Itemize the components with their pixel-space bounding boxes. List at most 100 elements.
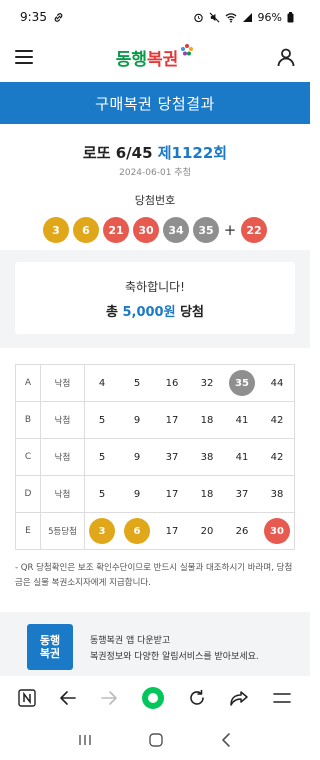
table-row: B 낙첨 5 9 17 18 41 42 [15,401,295,439]
ticket-line-label: C [15,438,41,476]
table-row: C 낙첨 5 9 37 38 41 42 [15,438,295,476]
n-logo-icon[interactable] [17,689,36,707]
app-promo-logo: 동행 복권 [27,624,73,670]
ticket-number: 26 [235,525,249,537]
winning-ball: 30 [133,217,159,243]
status-time: 9:35 [20,10,47,24]
app-header: 동행 복권 [0,34,310,80]
ticket-number: 37 [235,488,249,500]
ticket-number: 38 [270,488,284,500]
user-icon[interactable] [276,47,296,67]
ticket-number: 5 [98,414,106,426]
winning-ball: 6 [73,217,99,243]
ticket-number: 17 [165,525,179,537]
logo-text-accent: 복권 [147,49,179,70]
ticket-line-label: B [15,401,41,439]
draw-round: 제1122회 [157,144,228,162]
ticket-number: 42 [270,451,284,463]
page-title: 구매복권 당첨결과 [0,82,310,124]
ticket-number: 5 [133,377,141,389]
ticket-number: 42 [270,414,284,426]
ticket-number: 16 [165,377,179,389]
winning-ball: 35 [193,217,219,243]
ticket-number: 9 [133,451,141,463]
ticket-numbers: 4 5 16 32 35 44 [84,364,295,402]
ticket-result: 낙첨 [40,475,85,513]
recents-icon[interactable] [77,733,93,747]
ticket-line-label: D [15,475,41,513]
ticket-number: 17 [165,488,179,500]
table-row: E 5등당첨 3 6 17 20 26 30 [15,512,295,550]
ticket-result: 낙첨 [40,401,85,439]
browser-toolbar [0,676,310,720]
ticket-numbers: 5 9 17 18 37 38 [84,475,295,513]
game-name: 로또 6/45 [82,144,153,162]
total-prize-amount: 5,000원 [122,305,176,320]
total-prize-prefix: 총 [105,305,118,320]
system-nav-bar [0,720,310,760]
matched-number-ball: 3 [89,518,115,544]
promo-logo-line2: 복권 [39,647,61,660]
logo-spark-icon [180,42,194,62]
winning-ball: 21 [103,217,129,243]
table-row: D 낙첨 5 9 17 18 37 38 [15,475,295,513]
ticket-number: 5 [98,451,106,463]
share-icon[interactable] [229,689,249,707]
home-icon[interactable] [148,732,164,748]
promo-line1: 동행복권 앱 다운받고 [90,636,171,646]
promo-line2: 복권정보와 다양한 알림서비스를 받아보세요. [90,652,259,662]
promo-logo-line1: 동행 [39,634,61,647]
ticket-numbers: 5 9 37 38 41 42 [84,438,295,476]
congrats-message: 축하합니다! [124,280,185,294]
hamburger-menu-icon[interactable] [14,49,34,65]
ticket-number: 18 [200,414,214,426]
congrats-card: 축하합니다! 총 5,000원 당첨 [15,262,295,334]
ticket-number: 9 [133,488,141,500]
ticket-number: 9 [133,414,141,426]
ticket-number: 17 [165,414,179,426]
matched-number-ball: 35 [229,370,255,396]
winning-numbers: 3 6 21 30 34 35 +22 [0,217,310,243]
ticket-numbers: 3 6 17 20 26 30 [84,512,295,550]
bonus-ball: 22 [241,217,267,243]
logo-text-main: 동행 [115,49,147,70]
ticket-number: 18 [200,488,214,500]
app-logo[interactable]: 동행 복권 [115,42,195,70]
menu-lines-icon[interactable] [272,691,292,705]
draw-date: 2024-06-01 추첨 [119,168,191,178]
ticket-number: 20 [200,525,214,537]
ticket-result: 낙첨 [40,438,85,476]
qr-notice: - QR 당첨확인은 보조 확인수단이므로 반드시 실물과 대조하시기 바라며,… [15,563,293,588]
ticket-result: 낙첨 [40,364,85,402]
refresh-icon[interactable] [188,689,206,707]
mute-icon [209,12,220,23]
link-icon [53,12,64,23]
ticket-number: 5 [98,488,106,500]
ticket-number: 41 [235,451,249,463]
ticket-number: 37 [165,451,179,463]
ticket-numbers: 5 9 17 18 41 42 [84,401,295,439]
winning-numbers-label: 당첨번호 [134,194,176,207]
bonus-plus: + [223,221,237,239]
battery-percent: 96% [257,10,282,24]
status-bar: 9:35 96% [0,0,310,34]
winning-ball: 3 [43,217,69,243]
matched-number-ball: 30 [264,518,290,544]
total-prize: 총 5,000원 당첨 [15,301,295,320]
forward-arrow-icon[interactable] [100,690,118,706]
ticket-number: 4 [98,377,106,389]
back-arrow-icon[interactable] [59,690,77,706]
ticket-result: 5등당첨 [40,512,85,550]
app-promo-banner[interactable]: 동행 복권 동행복권 앱 다운받고 복권정보와 다양한 알림서비스를 받아보세요… [0,612,310,676]
total-prize-suffix: 당첨 [180,305,205,320]
winning-ball: 34 [163,217,189,243]
green-home-dot-icon[interactable] [141,686,165,710]
congrats-section: 축하합니다! 총 5,000원 당첨 [0,250,310,348]
back-chevron-icon[interactable] [219,732,233,748]
ticket-line-label: E [15,512,41,550]
ticket-number: 38 [200,451,214,463]
ticket-number: 32 [200,377,214,389]
ticket-line-label: A [15,364,41,402]
ticket-number: 41 [235,414,249,426]
table-row: A 낙첨 4 5 16 32 35 44 [15,364,295,402]
